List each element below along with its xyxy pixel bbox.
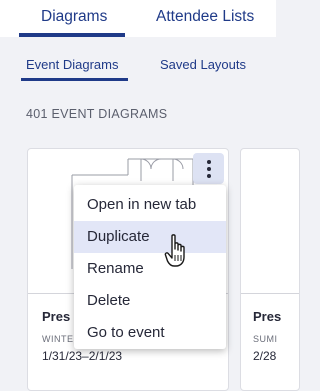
tab-attendee-lists[interactable]: Attendee Lists	[156, 8, 254, 26]
active-subtab-indicator	[21, 78, 128, 81]
context-menu: Open in new tab Duplicate Rename Delete …	[74, 185, 226, 349]
diagram-dates: 2/28	[253, 349, 277, 363]
subtab-saved-layouts[interactable]: Saved Layouts	[160, 57, 246, 72]
diagram-name: Pres	[253, 309, 282, 324]
diagram-season: WINTE	[42, 334, 74, 344]
tab-diagrams[interactable]: Diagrams	[41, 8, 107, 26]
diagram-card[interactable]: Pres SUMI 2/28	[240, 148, 300, 391]
menu-item-duplicate[interactable]: Duplicate	[74, 221, 226, 253]
diagram-count: 401 EVENT DIAGRAMS	[26, 107, 168, 121]
menu-item-open-new-tab[interactable]: Open in new tab	[74, 189, 226, 221]
subtab-event-diagrams[interactable]: Event Diagrams	[26, 57, 118, 72]
card-divider	[241, 293, 299, 294]
menu-item-rename[interactable]: Rename	[74, 253, 226, 285]
hand-pointer-cursor-icon	[164, 234, 185, 267]
menu-item-delete[interactable]: Delete	[74, 285, 226, 317]
diagram-season: SUMI	[253, 334, 278, 344]
top-tab-bar: Diagrams Attendee Lists	[0, 0, 276, 37]
menu-item-go-to-event[interactable]: Go to event	[74, 317, 226, 349]
diagram-name: Pres	[42, 309, 71, 324]
more-options-button[interactable]	[193, 153, 224, 184]
diagram-dates: 1/31/23–2/1/23	[42, 349, 123, 363]
active-tab-indicator	[19, 33, 125, 37]
